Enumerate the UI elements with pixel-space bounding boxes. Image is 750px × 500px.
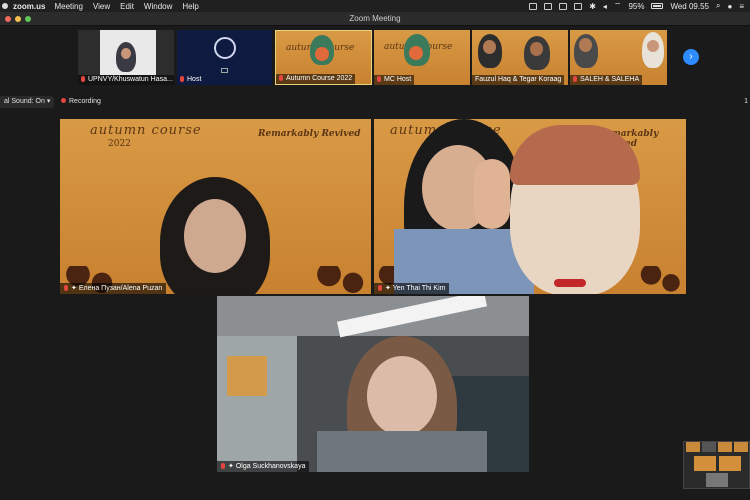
dropbox-icon[interactable] [574,2,583,10]
thumbnail-label: UPNVY/Khuswatun Hasa... [78,75,174,85]
mic-muted-icon [573,76,577,82]
pin-icon: ✦ [228,463,236,470]
status-row: al Sound: On ▾ Recording 1 [0,96,750,108]
mic-muted-icon [378,285,382,291]
decorative-swirl [311,266,371,294]
accessibility-icon[interactable] [559,2,568,10]
recording-indicator[interactable]: Recording [61,96,101,108]
bluetooth-icon[interactable]: ✱ [589,2,596,11]
thumbnail-label: Autumn Course 2022 [276,74,356,84]
thumbnail-1[interactable]: UPNVY/Khuswatun Hasa... [78,30,174,85]
thumbnail-6[interactable]: SALEH & SALEHA [570,30,667,85]
menu-help[interactable]: Help [182,2,198,11]
mic-muted-icon [221,463,225,469]
menu-window[interactable]: Window [144,2,172,11]
clock[interactable]: Wed 09.55 [670,2,709,11]
macos-menubar: zoom.us Meeting View Edit Window Help ✱ … [0,0,750,12]
mic-muted-icon [180,76,184,82]
window-titlebar: Zoom Meeting [0,12,750,26]
chevron-down-icon: ▾ [46,98,51,105]
original-sound-toggle[interactable]: al Sound: On ▾ [0,96,55,108]
zoom-window-icon[interactable] [25,16,31,22]
close-window-icon[interactable] [5,16,11,22]
thumbnail-label: Host [177,75,204,85]
menu-app-name[interactable]: zoom.us [13,2,45,11]
mic-muted-icon [377,76,381,82]
menu-edit[interactable]: Edit [120,2,134,11]
pin-icon: ✦ [71,285,79,292]
thumbnail-label: Fauzul Haq & Tegar Koraag [472,75,565,85]
video-tile-3[interactable]: ✦ Olga Suckhanovskaya [217,296,529,472]
pin-icon: ✦ [385,285,393,292]
hand [474,159,510,229]
thumbnail-strip: UPNVY/Khuswatun Hasa... Host autumn cour… [0,30,750,85]
minimize-window-icon[interactable] [15,16,21,22]
mic-muted-icon [81,76,85,82]
zoom-status-icon[interactable] [529,2,538,10]
banner-year: 2022 [108,139,131,149]
thumbnail-2[interactable]: Host [177,30,272,85]
battery-percent: 95% [628,1,645,11]
video-tile-label: ✦ Елена Пузан/Alena Puzan [60,283,167,294]
thumbnail-5[interactable]: Fauzul Haq & Tegar Koraag [472,30,568,85]
control-center-icon[interactable]: ≡ [739,2,744,11]
wifi-icon[interactable]: ⌔ [614,1,622,11]
mic-muted-icon [64,285,68,291]
thumbnail-3[interactable]: autumn course Autumn Course 2022 [275,30,372,85]
logo-icon [214,37,236,59]
decorative-swirl [636,266,686,294]
banner-autumn: autumn course [90,123,202,138]
menu-meeting[interactable]: Meeting [54,2,82,11]
sound-icon[interactable]: ◂ [603,2,607,11]
video-tile-label: ✦ Yen Thai Thi Kim [374,283,450,294]
recording-dot-icon [61,98,66,103]
video-tile-1[interactable]: autumn course 2022 Remarkably Revived ✦ … [60,119,371,294]
screen-icon[interactable] [544,2,553,10]
next-page-button[interactable]: › [683,49,699,65]
video-tile-2[interactable]: autumn course Remarkably Revived ✦ Yen T… [374,119,686,294]
mic-muted-icon [279,75,283,81]
battery-icon[interactable] [651,3,664,9]
apple-icon[interactable] [2,3,8,9]
chevron-right-icon: › [689,51,693,62]
user-icon[interactable]: ● [727,2,732,11]
spotlight-icon[interactable]: ⌕ [716,1,720,11]
thumbnail-4[interactable]: autumn course MC Host [374,30,470,85]
banner-tagline: Remarkably Revived [258,129,361,139]
status-area: ✱ ◂ ⌔ 95% Wed 09.55 ⌕ ● ≡ [529,1,750,11]
thumbnail-label: SALEH & SALEHA [570,75,643,85]
thumbnail-label: MC Host [374,75,415,85]
window-title: Zoom Meeting [349,14,401,23]
mini-video-preview[interactable] [683,441,750,489]
menu-view[interactable]: View [93,2,110,11]
participant-count: 1 [744,98,748,105]
video-tile-label: ✦ Olga Suckhanovskaya [217,461,310,472]
